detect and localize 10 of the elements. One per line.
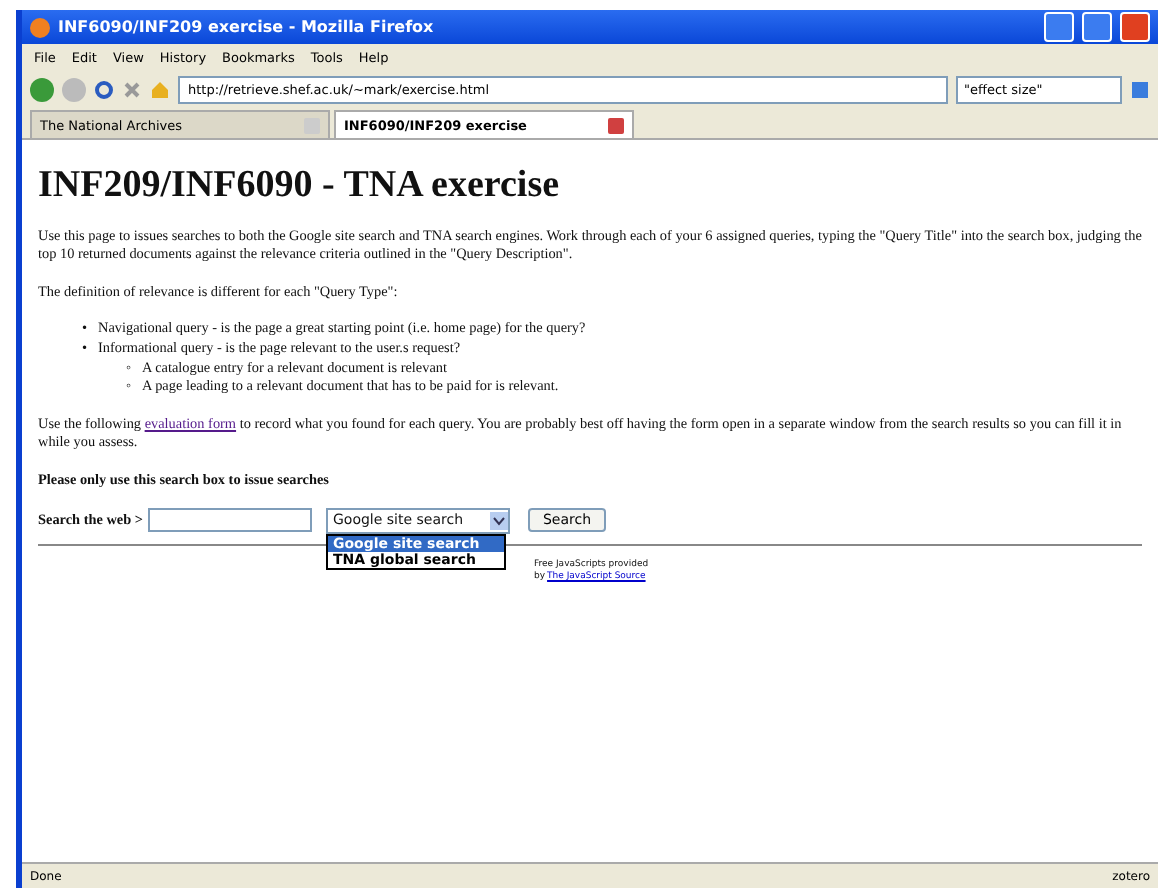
page-heading: INF209/INF6090 - TNA exercise xyxy=(38,164,562,208)
close-icon[interactable] xyxy=(608,117,624,133)
minimize-button[interactable] xyxy=(1044,12,1074,42)
maximize-button[interactable] xyxy=(1082,12,1112,42)
back-button[interactable] xyxy=(30,78,54,102)
close-button[interactable] xyxy=(1120,12,1150,42)
caret-icon xyxy=(490,511,509,530)
window-title: INF6090/INF209 exercise - Mozilla Firefox xyxy=(58,18,436,36)
query-field[interactable] xyxy=(148,508,313,533)
stop-icon[interactable] xyxy=(122,80,142,100)
